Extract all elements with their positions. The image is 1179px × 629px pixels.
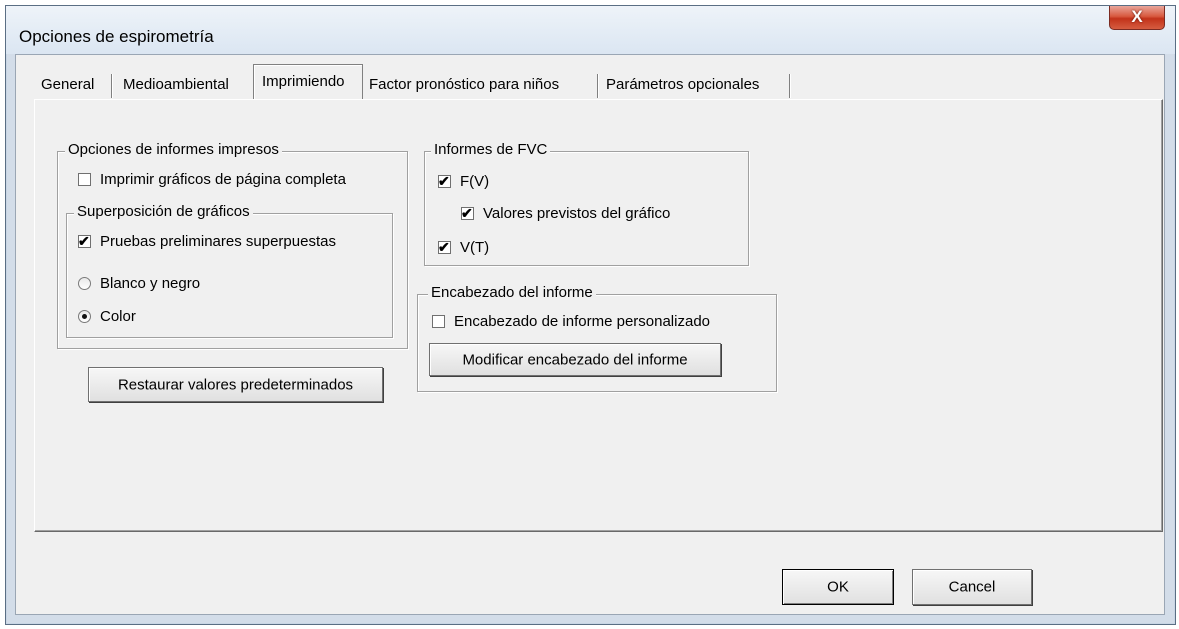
- full-page-checkbox[interactable]: [78, 173, 91, 186]
- checkmark-icon: ✔: [461, 205, 473, 221]
- full-page-label: Imprimir gráficos de página completa: [100, 171, 346, 188]
- fvc-reports-label: Informes de FVC: [431, 141, 551, 158]
- tab-separator: [111, 74, 112, 98]
- ok-button[interactable]: OK: [782, 569, 894, 605]
- tab-general[interactable]: General: [41, 67, 94, 98]
- radio-selected-dot: [82, 314, 87, 319]
- modify-header-button-label: Modificar encabezado del informe: [462, 351, 688, 368]
- preliminary-label: Pruebas preliminares superpuestas: [100, 233, 336, 250]
- restore-defaults-label: Restaurar valores predeterminados: [117, 376, 354, 393]
- tab-separator: [789, 74, 790, 98]
- print-options-label: Opciones de informes impresos: [65, 141, 282, 158]
- preliminary-checkbox[interactable]: ✔: [78, 233, 91, 249]
- tab-medioambiental[interactable]: Medioambiental: [123, 67, 229, 98]
- checkmark-icon: ✔: [78, 233, 90, 249]
- tab-imprimiendo[interactable]: Imprimiendo: [253, 64, 363, 100]
- checkmark-icon: ✔: [438, 173, 450, 189]
- report-header-label: Encabezado del informe: [428, 284, 596, 301]
- custom-header-label: Encabezado de informe personalizado: [454, 313, 711, 330]
- cancel-button-label: Cancel: [948, 578, 996, 596]
- close-button[interactable]: X: [1109, 6, 1165, 30]
- custom-header-checkbox[interactable]: [432, 315, 445, 328]
- close-icon: X: [1131, 7, 1143, 26]
- bw-radio[interactable]: [78, 277, 91, 290]
- title-bar[interactable]: Opciones de espirometría X: [6, 6, 1175, 54]
- ok-button-label: OK: [827, 578, 849, 596]
- tab-factor-pronostico[interactable]: Factor pronóstico para niños: [369, 67, 559, 98]
- fv-checkbox[interactable]: ✔: [438, 173, 451, 189]
- tab-separator: [597, 74, 598, 98]
- checkmark-icon: ✔: [438, 239, 450, 255]
- predicted-checkbox[interactable]: ✔: [461, 205, 474, 221]
- color-radio[interactable]: [78, 310, 91, 323]
- vt-checkbox[interactable]: ✔: [438, 239, 451, 255]
- fv-label: F(V): [460, 173, 490, 190]
- color-label: Color: [100, 308, 136, 325]
- window-title: Opciones de espirometría: [19, 27, 214, 46]
- bw-label: Blanco y negro: [100, 275, 201, 292]
- vt-label: V(T): [460, 239, 490, 256]
- tab-parametros-opcionales[interactable]: Parámetros opcionales: [606, 67, 759, 98]
- modify-header-button[interactable]: Modificar encabezado del informe: [429, 343, 721, 376]
- restore-defaults-button[interactable]: Restaurar valores predeterminados: [88, 367, 383, 402]
- overlay-label: Superposición de gráficos: [74, 203, 253, 220]
- predicted-label: Valores previstos del gráfico: [483, 205, 671, 222]
- cancel-button[interactable]: Cancel: [912, 569, 1032, 605]
